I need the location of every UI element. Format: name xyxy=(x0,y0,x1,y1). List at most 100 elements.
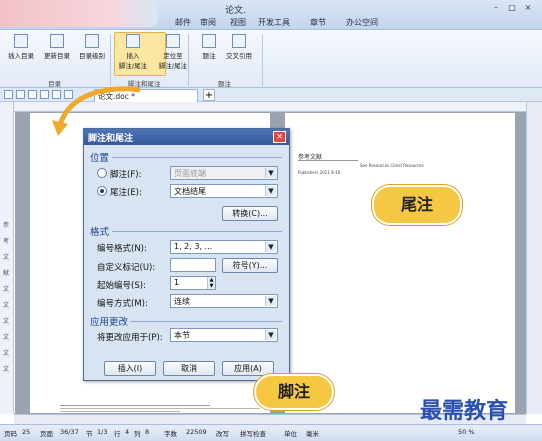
numbering-label: 编号方式(M): xyxy=(97,299,148,309)
tab-view[interactable]: 视图 xyxy=(230,17,246,28)
custom-mark-label: 自定义标记(U): xyxy=(97,263,156,273)
status-page-value: 25 xyxy=(22,428,31,436)
status-section-label: 节 xyxy=(86,430,93,438)
tab-chapter[interactable]: 章节 xyxy=(310,17,326,28)
chevron-down-icon: ▼ xyxy=(265,242,276,252)
apply-section-title: 应用更改 xyxy=(90,317,129,328)
chevron-down-icon: ▼ xyxy=(265,296,276,306)
status-spellcheck[interactable]: 拼写检查 xyxy=(240,428,266,438)
tab-developer[interactable]: 开发工具 xyxy=(258,17,290,28)
vertical-scrollbar[interactable] xyxy=(526,102,542,414)
cross-reference-button[interactable]: 交叉引用 xyxy=(222,34,256,60)
status-overtype[interactable]: 改写 xyxy=(216,428,229,438)
update-toc-button[interactable]: 更新目录 xyxy=(40,34,74,60)
insert-button[interactable]: 插入(I) xyxy=(104,361,156,376)
footnote-text-line xyxy=(60,411,180,412)
ruler-char: 文 xyxy=(3,366,10,373)
status-unit-value[interactable]: 毫米 xyxy=(306,428,319,438)
print-icon[interactable] xyxy=(28,90,37,99)
status-row-label: 行 xyxy=(114,430,121,438)
number-format-select[interactable]: 1, 2, 3, ... ▼ xyxy=(170,240,278,254)
window-title: 论文. xyxy=(225,6,246,16)
chevron-down-icon: ▼ xyxy=(265,186,276,196)
convert-button[interactable]: 转换(C)... xyxy=(222,206,278,221)
levels-icon xyxy=(85,34,99,48)
apply-to-select[interactable]: 本节 ▼ xyxy=(170,328,278,342)
endnote-position-select[interactable]: 文档结尾 ▼ xyxy=(170,184,278,198)
ruler-char: 文 xyxy=(3,334,10,341)
insert-toc-button[interactable]: 插入目录 xyxy=(4,34,38,60)
dialog-title: 脚注和尾注 xyxy=(84,129,289,145)
watermark-logo: 最需教育 xyxy=(420,398,509,424)
ruler-char: 文 xyxy=(3,254,10,261)
footnote-position-select[interactable]: 页面底端 ▼ xyxy=(170,166,278,180)
footnote-radio[interactable] xyxy=(97,168,107,178)
status-section-value: 1/3 xyxy=(97,428,108,436)
status-col-value: 8 xyxy=(145,428,150,436)
apply-to-label: 将更改应用于(P): xyxy=(97,333,163,343)
endnote-radio[interactable] xyxy=(97,186,107,196)
chevron-down-icon: ▼ xyxy=(265,330,276,340)
minimize-button[interactable]: – xyxy=(490,3,502,13)
footnote-separator xyxy=(60,405,210,406)
number-format-label: 编号格式(N): xyxy=(97,244,147,254)
symbol-button[interactable]: 符号(Y)... xyxy=(222,258,278,273)
chevron-down-icon: ▼ xyxy=(265,168,276,178)
ruler-char: 文 xyxy=(3,286,10,293)
section-divider xyxy=(130,321,282,322)
ruler-char: 参 xyxy=(3,222,10,229)
caption-icon xyxy=(202,34,216,48)
custom-mark-input[interactable] xyxy=(170,258,216,272)
status-words-label: 字数 xyxy=(164,430,177,438)
group-label-caption: 题注 xyxy=(218,80,231,88)
status-page-label: 页码 xyxy=(4,430,17,438)
ruler-char: 文 xyxy=(3,350,10,357)
toc-icon xyxy=(14,34,28,48)
endnote-callout: 尾注 xyxy=(372,185,462,225)
maximize-button[interactable]: □ xyxy=(506,3,518,13)
locate-icon xyxy=(166,34,180,48)
footnote-icon xyxy=(126,34,140,48)
section-divider xyxy=(112,231,282,232)
footnote-callout: 脚注 xyxy=(254,374,334,410)
endnote-label: 尾注(E): xyxy=(110,188,142,198)
status-words-value: 22509 xyxy=(186,428,207,436)
start-at-label: 起始编号(S): xyxy=(97,281,146,291)
spinner-arrows-icon[interactable]: ▲ ▼ xyxy=(207,277,215,289)
dialog-close-button[interactable]: × xyxy=(273,131,286,143)
ribbon-separator xyxy=(110,34,111,86)
numbering-select[interactable]: 连续 ▼ xyxy=(170,294,278,308)
section-divider xyxy=(112,157,282,158)
format-section-title: 格式 xyxy=(90,227,110,238)
new-tab-icon[interactable]: + xyxy=(203,89,215,101)
footnote-label: 脚注(F): xyxy=(110,170,142,180)
caption-button[interactable]: 题注 xyxy=(192,34,226,60)
ruler-char: 文 xyxy=(3,302,10,309)
ruler-char: 献 xyxy=(3,270,10,277)
page2-ref-line: Publishers 2011 8-10 xyxy=(298,170,341,175)
tab-review[interactable]: 审阅 xyxy=(200,17,216,28)
page2-ref-text: See Resources Client Resources xyxy=(360,163,424,168)
toc-level-button[interactable]: 目录级别 xyxy=(75,34,109,60)
ruler-char: 考 xyxy=(3,238,10,245)
cancel-button[interactable]: 取消 xyxy=(163,361,215,376)
status-row-value: 4 xyxy=(125,428,130,436)
footnote-text-line xyxy=(60,408,260,409)
cross-reference-icon xyxy=(232,34,246,48)
ribbon-separator xyxy=(188,34,189,86)
app-menu-banner[interactable] xyxy=(0,0,158,27)
status-zoom[interactable]: 50 % xyxy=(458,428,475,436)
insert-footnote-endnote-button[interactable]: 插入 脚注/尾注 xyxy=(116,34,150,70)
ribbon-separator xyxy=(262,34,263,86)
ruler-char: 文 xyxy=(3,318,10,325)
goto-footnote-endnote-button[interactable]: 定位至 脚注/尾注 xyxy=(156,34,190,70)
tab-office-space[interactable]: 办公空间 xyxy=(346,17,378,28)
endnote-separator xyxy=(298,160,358,161)
close-button[interactable]: × xyxy=(522,3,534,13)
status-unit-label: 单位 xyxy=(284,430,297,438)
position-section-title: 位置 xyxy=(90,153,110,164)
status-col-label: 列 xyxy=(134,430,141,438)
tab-mail[interactable]: 邮件 xyxy=(175,17,191,28)
open-icon[interactable] xyxy=(4,90,13,99)
save-icon[interactable] xyxy=(16,90,25,99)
